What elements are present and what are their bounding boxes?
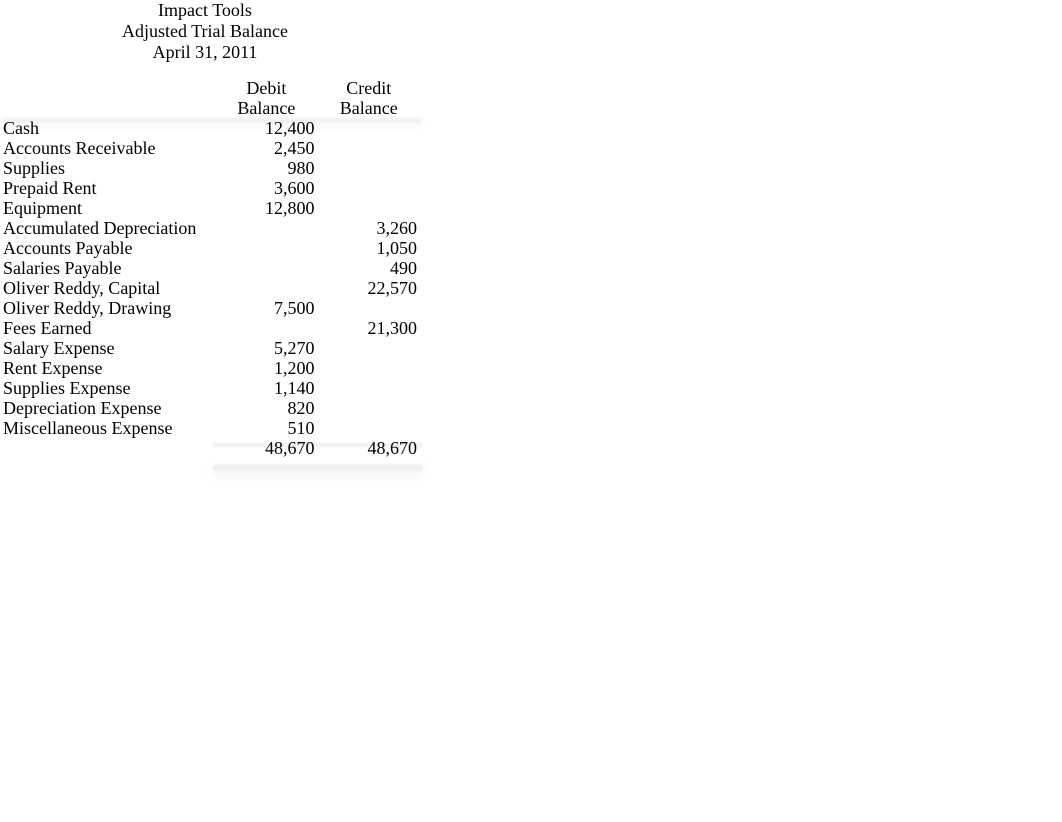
- account-name: Supplies Expense: [3, 378, 218, 398]
- debit-value: [218, 318, 320, 338]
- table-row: Cash12,400: [3, 118, 423, 138]
- account-name: Oliver Reddy, Drawing: [3, 298, 218, 318]
- credit-value: [321, 378, 423, 398]
- col-header-debit-line1: Debit: [218, 78, 320, 98]
- debit-value: 12,400: [218, 118, 320, 138]
- account-name: Accounts Payable: [3, 238, 218, 258]
- debit-value: [218, 238, 320, 258]
- credit-value: [321, 158, 423, 178]
- credit-value: [321, 298, 423, 318]
- credit-value: [321, 118, 423, 138]
- debit-value: 1,140: [218, 378, 320, 398]
- account-name: Fees Earned: [3, 318, 218, 338]
- table-row: Rent Expense1,200: [3, 358, 423, 378]
- table-row: Accounts Payable 1,050: [3, 238, 423, 258]
- account-name: Salaries Payable: [3, 258, 218, 278]
- credit-value: [321, 178, 423, 198]
- debit-value: [218, 278, 320, 298]
- table-row: Miscellaneous Expense510: [3, 418, 423, 438]
- credit-value: [321, 418, 423, 438]
- debit-value: 2,450: [218, 138, 320, 158]
- table-row: Supplies980: [3, 158, 423, 178]
- totals-credit: 48,670: [321, 438, 423, 458]
- table-row: Oliver Reddy, Capital 22,570: [3, 278, 423, 298]
- account-name: Depreciation Expense: [3, 398, 218, 418]
- credit-value: [321, 398, 423, 418]
- debit-value: 1,200: [218, 358, 320, 378]
- account-name: Accumulated Depreciation: [3, 218, 218, 238]
- col-header-credit-line2: Balance: [321, 98, 423, 118]
- table-row: Salaries Payable 490: [3, 258, 423, 278]
- credit-value: [321, 358, 423, 378]
- report-date: April 31, 2011: [0, 42, 410, 63]
- credit-value: 490: [321, 258, 423, 278]
- account-name: Miscellaneous Expense: [3, 418, 218, 438]
- trial-balance-table: Debit Credit Balance Balance Cash12,400A…: [3, 78, 423, 458]
- totals-debit: 48,670: [218, 438, 320, 458]
- table-row: Accumulated Depreciation 3,260: [3, 218, 423, 238]
- account-name: Salary Expense: [3, 338, 218, 358]
- table-row: Accounts Receivable2,450: [3, 138, 423, 158]
- debit-value: 3,600: [218, 178, 320, 198]
- account-name: Rent Expense: [3, 358, 218, 378]
- debit-value: 980: [218, 158, 320, 178]
- credit-value: 21,300: [321, 318, 423, 338]
- totals-double-rule: [213, 463, 423, 473]
- debit-value: 5,270: [218, 338, 320, 358]
- table-row: Prepaid Rent3,600: [3, 178, 423, 198]
- col-header-debit-line2: Balance: [218, 98, 320, 118]
- account-name: Accounts Receivable: [3, 138, 218, 158]
- account-name: Oliver Reddy, Capital: [3, 278, 218, 298]
- account-name: Supplies: [3, 158, 218, 178]
- credit-value: [321, 138, 423, 158]
- table-row: Equipment12,800: [3, 198, 423, 218]
- credit-value: [321, 338, 423, 358]
- debit-value: 510: [218, 418, 320, 438]
- trial-balance-body: Cash12,400Accounts Receivable2,450Suppli…: [3, 118, 423, 438]
- col-header-credit-line1: Credit: [321, 78, 423, 98]
- account-name: Equipment: [3, 198, 218, 218]
- account-name: Prepaid Rent: [3, 178, 218, 198]
- table-row: Oliver Reddy, Drawing7,500: [3, 298, 423, 318]
- company-name: Impact Tools: [0, 0, 410, 21]
- credit-value: 1,050: [321, 238, 423, 258]
- debit-value: 7,500: [218, 298, 320, 318]
- account-name: Cash: [3, 118, 218, 138]
- table-row: Supplies Expense1,140: [3, 378, 423, 398]
- report-header: Impact Tools Adjusted Trial Balance Apri…: [0, 0, 410, 63]
- credit-value: 3,260: [321, 218, 423, 238]
- debit-value: 12,800: [218, 198, 320, 218]
- debit-value: [218, 258, 320, 278]
- table-row: Salary Expense5,270: [3, 338, 423, 358]
- debit-value: [218, 218, 320, 238]
- report-title: Adjusted Trial Balance: [0, 21, 410, 42]
- credit-value: [321, 198, 423, 218]
- debit-value: 820: [218, 398, 320, 418]
- table-row: Depreciation Expense820: [3, 398, 423, 418]
- totals-row: 48,670 48,670: [3, 438, 423, 458]
- table-row: Fees Earned 21,300: [3, 318, 423, 338]
- trial-balance-table-wrap: Debit Credit Balance Balance Cash12,400A…: [3, 78, 423, 458]
- credit-value: 22,570: [321, 278, 423, 298]
